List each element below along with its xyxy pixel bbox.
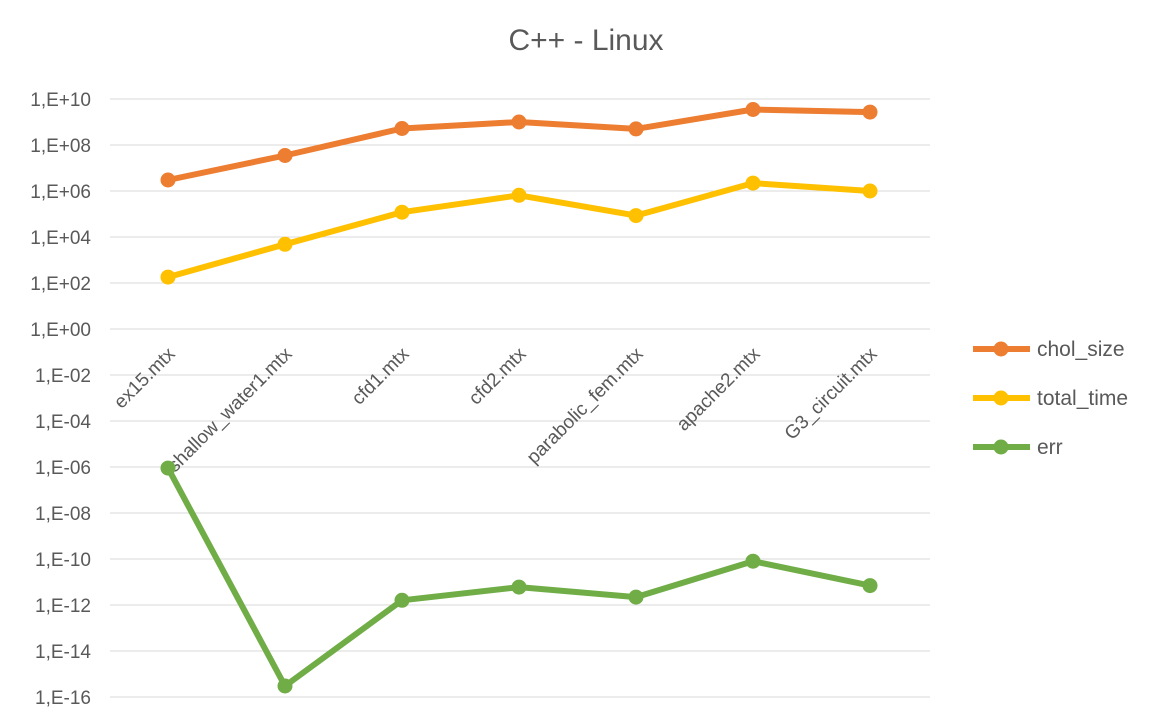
data-point-chol_size: [160, 172, 176, 188]
y-tick-label: 1,E-04: [35, 412, 91, 433]
x-tick-label: apache2.mtx: [673, 343, 765, 435]
data-point-err: [160, 460, 176, 476]
x-tick-label: ex15.mtx: [110, 343, 180, 413]
y-tick-label: 1,E+04: [30, 228, 91, 249]
data-point-err: [862, 578, 878, 594]
x-tick-label: cfd2.mtx: [465, 343, 531, 409]
x-axis-ticks: ex15.mtxshallow_water1.mtx cfd1.mtx cfd2.m…: [110, 343, 882, 476]
data-point-total_time: [628, 208, 644, 224]
data-point-err: [745, 553, 761, 569]
legend-label-chol_size: chol_size: [1037, 338, 1125, 361]
data-point-err: [628, 589, 644, 605]
y-tick-label: 1,E+00: [30, 320, 91, 341]
data-point-chol_size: [394, 121, 410, 136]
y-tick-label: 1,E+08: [30, 136, 91, 157]
y-tick-label: 1,E-14: [35, 642, 91, 663]
legend: chol_size total_timeerr: [973, 338, 1128, 459]
y-tick-label: 1,E+06: [30, 182, 91, 203]
y-tick-label: 1,E+02: [30, 274, 91, 295]
legend-label-err: err: [1037, 436, 1063, 459]
y-tick-label: 1,E-06: [35, 458, 91, 479]
x-tick-label: G3_circuit.mtx: [781, 343, 882, 444]
legend-marker-total_time: [993, 390, 1009, 406]
data-point-total_time: [277, 236, 293, 252]
legend-label-total_time: total_time: [1037, 387, 1128, 410]
line-chart: C++ - Linux 1,E+101,E+081,E+061,E+041,E+…: [30, 24, 1128, 709]
data-point-err: [277, 678, 293, 694]
y-tick-label: 1,E-16: [35, 688, 91, 709]
series-line-err: [165, 465, 873, 689]
legend-marker-err: [993, 439, 1009, 455]
chart-container: C++ - Linux 1,E+10 1,E+08 1,E+06 1,E+04 1,E+…: [0, 0, 1172, 723]
data-point-total_time: [862, 183, 878, 199]
data-point-chol_size: [511, 114, 527, 130]
x-tick-label: parabolic_fem.mtx: [523, 343, 648, 468]
data-point-total_time: [511, 187, 527, 203]
y-tick-label: 1,E-12: [35, 596, 91, 617]
data-point-chol_size: [862, 104, 878, 120]
x-tick-label: shallow_water1.mtx: [164, 343, 297, 476]
y-axis-ticks: 1,E+10 1,E+08 1,E+06 1,E+04 1,E+02 1,E+00 1,E-…: [30, 90, 91, 709]
data-point-err: [394, 592, 410, 608]
data-point-total_time: [745, 175, 761, 191]
data-point-chol_size: [628, 121, 644, 137]
data-point-total_time: [394, 204, 410, 220]
y-tick-label: 1,E+10: [30, 90, 91, 111]
data-point-chol_size: [277, 148, 293, 163]
legend-marker-chol_size: [993, 341, 1009, 357]
y-tick-label: 1,E-02: [35, 366, 91, 387]
data-point-chol_size: [745, 102, 761, 117]
x-tick-label: cfd1.mtx: [348, 343, 414, 409]
chart-title: C++ - Linux: [508, 24, 663, 57]
data-point-err: [511, 579, 527, 595]
y-tick-label: 1,E-08: [35, 504, 91, 525]
y-tick-label: 1,E-10: [35, 550, 91, 571]
data-point-total_time: [160, 269, 176, 285]
